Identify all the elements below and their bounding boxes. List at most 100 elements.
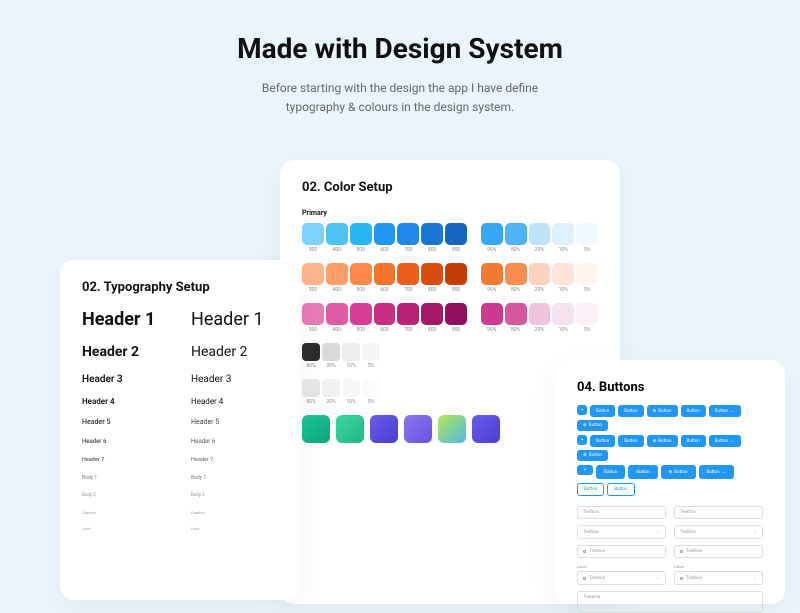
button[interactable]: Button bbox=[596, 465, 625, 479]
color-swatch bbox=[552, 303, 574, 325]
gradient-swatch bbox=[472, 415, 500, 443]
color-swatch bbox=[326, 263, 348, 285]
user-icon bbox=[583, 577, 586, 580]
button[interactable]: Button bbox=[618, 435, 643, 447]
color-swatch bbox=[505, 303, 527, 325]
button[interactable]: ⊕ Button bbox=[647, 435, 678, 447]
typography-sample: Body 2 bbox=[82, 493, 169, 498]
button[interactable]: Button bbox=[681, 405, 706, 417]
card-title: 02. Typography Setup bbox=[82, 280, 278, 295]
typography-sample: Header 3 bbox=[82, 374, 169, 385]
icon-button[interactable]: + bbox=[577, 435, 587, 445]
color-swatch bbox=[397, 223, 419, 245]
color-swatch bbox=[576, 263, 598, 285]
textbox-input[interactable]: Textbox bbox=[674, 506, 763, 519]
icon-button[interactable]: + bbox=[577, 405, 587, 415]
buttons-card: 04. Buttons + Button Button ⊕ Button But… bbox=[555, 360, 785, 604]
typography-sample: Caption bbox=[191, 510, 278, 515]
color-swatch bbox=[481, 263, 503, 285]
color-swatch bbox=[445, 223, 467, 245]
typography-sample: Header 1 bbox=[82, 309, 169, 330]
chevron-down-icon: ⌄ bbox=[753, 575, 757, 581]
color-swatch bbox=[445, 303, 467, 325]
color-swatch bbox=[302, 343, 320, 361]
color-swatch bbox=[362, 343, 380, 361]
typography-sample: Header 5 bbox=[191, 418, 278, 426]
color-swatch bbox=[421, 263, 443, 285]
select-input[interactable]: Textbox⌄ bbox=[577, 525, 666, 539]
select-input[interactable]: Textbox⌄ bbox=[674, 525, 763, 539]
color-swatch bbox=[374, 303, 396, 325]
button[interactable]: Button → bbox=[709, 405, 741, 417]
gray-row-1: 80%20%10%5% bbox=[302, 343, 598, 369]
button[interactable]: Button → bbox=[709, 435, 741, 447]
typography-sample: Body 1 bbox=[82, 475, 169, 481]
typography-sample: Label bbox=[82, 527, 169, 531]
typography-sample: Body 2 bbox=[191, 493, 278, 498]
color-swatch bbox=[552, 223, 574, 245]
color-swatch bbox=[350, 263, 372, 285]
color-swatch bbox=[421, 303, 443, 325]
typography-sample: Header 7 bbox=[191, 457, 278, 463]
color-swatch bbox=[505, 263, 527, 285]
button[interactable]: ⊕ Button bbox=[661, 465, 696, 479]
color-swatch bbox=[350, 223, 372, 245]
button-row: + Button Button ⊕ Button Button Button →… bbox=[577, 405, 763, 431]
color-swatch bbox=[529, 263, 551, 285]
button[interactable]: Button bbox=[681, 435, 706, 447]
icon-select[interactable]: Textbox⌄ bbox=[577, 571, 666, 585]
button[interactable]: ⊕ Button bbox=[647, 405, 678, 417]
color-swatch bbox=[576, 223, 598, 245]
button[interactable]: Button bbox=[590, 405, 615, 417]
color-swatch bbox=[326, 303, 348, 325]
color-swatch bbox=[529, 223, 551, 245]
typography-sample: Header 2 bbox=[191, 344, 278, 360]
color-swatch bbox=[505, 223, 527, 245]
button[interactable]: Button bbox=[618, 405, 643, 417]
icon-select[interactable]: Textbox⌄ bbox=[674, 571, 763, 585]
icon-textbox[interactable]: Textbox bbox=[577, 545, 666, 558]
button[interactable]: Button → bbox=[699, 465, 735, 479]
typography-sample: Header 4 bbox=[82, 397, 169, 406]
typography-sample: Caption bbox=[82, 510, 169, 515]
typography-sample: Header 4 bbox=[191, 397, 278, 406]
color-swatch bbox=[322, 343, 340, 361]
color-swatch bbox=[552, 263, 574, 285]
color-swatch bbox=[302, 223, 324, 245]
typography-sample: Body 1 bbox=[191, 475, 278, 481]
textarea-input[interactable]: Textarea bbox=[577, 591, 763, 613]
typography-sample: Header 1 bbox=[191, 309, 278, 330]
button[interactable]: Button bbox=[590, 435, 615, 447]
primary-label: Primary bbox=[302, 209, 598, 217]
textbox-input[interactable]: Textbox bbox=[577, 506, 666, 519]
color-swatch bbox=[529, 303, 551, 325]
user-icon bbox=[680, 550, 683, 553]
color-swatch bbox=[362, 379, 380, 397]
button[interactable]: Button bbox=[628, 465, 657, 479]
color-swatch bbox=[374, 223, 396, 245]
gradient-swatch bbox=[370, 415, 398, 443]
typography-column-light: Header 1Header 2Header 3Header 4Header 5… bbox=[191, 309, 278, 531]
orange-row: 30040050060070080090090%80%20%10%5% bbox=[302, 263, 598, 293]
typography-sample: Header 7 bbox=[82, 457, 169, 463]
page-subtitle: Before starting with the design the app … bbox=[20, 79, 780, 117]
outline-button[interactable]: Button bbox=[577, 483, 604, 496]
input-label: Label bbox=[674, 564, 763, 569]
button-row: Button Button bbox=[577, 483, 763, 496]
chevron-down-icon: ⌄ bbox=[753, 529, 757, 535]
button[interactable]: ⊕ Button bbox=[577, 420, 608, 431]
blue-row: 30040050060070080090090%80%20%10%5% bbox=[302, 223, 598, 253]
color-swatch bbox=[397, 303, 419, 325]
color-swatch bbox=[421, 223, 443, 245]
button[interactable]: ⊕ Button bbox=[577, 450, 608, 461]
gradient-swatch bbox=[438, 415, 466, 443]
gradient-row bbox=[302, 415, 598, 443]
color-swatch bbox=[445, 263, 467, 285]
icon-button[interactable]: + bbox=[577, 465, 593, 475]
outline-button[interactable]: Button bbox=[607, 483, 634, 496]
button-row: + Button Button ⊕ Button Button Button →… bbox=[577, 435, 763, 461]
typography-card: 02. Typography Setup Header 1 Header 2 Hea… bbox=[60, 260, 300, 600]
typography-sample: Header 5 bbox=[82, 418, 169, 426]
icon-textbox[interactable]: Textbox bbox=[674, 545, 763, 558]
color-swatch bbox=[342, 379, 360, 397]
